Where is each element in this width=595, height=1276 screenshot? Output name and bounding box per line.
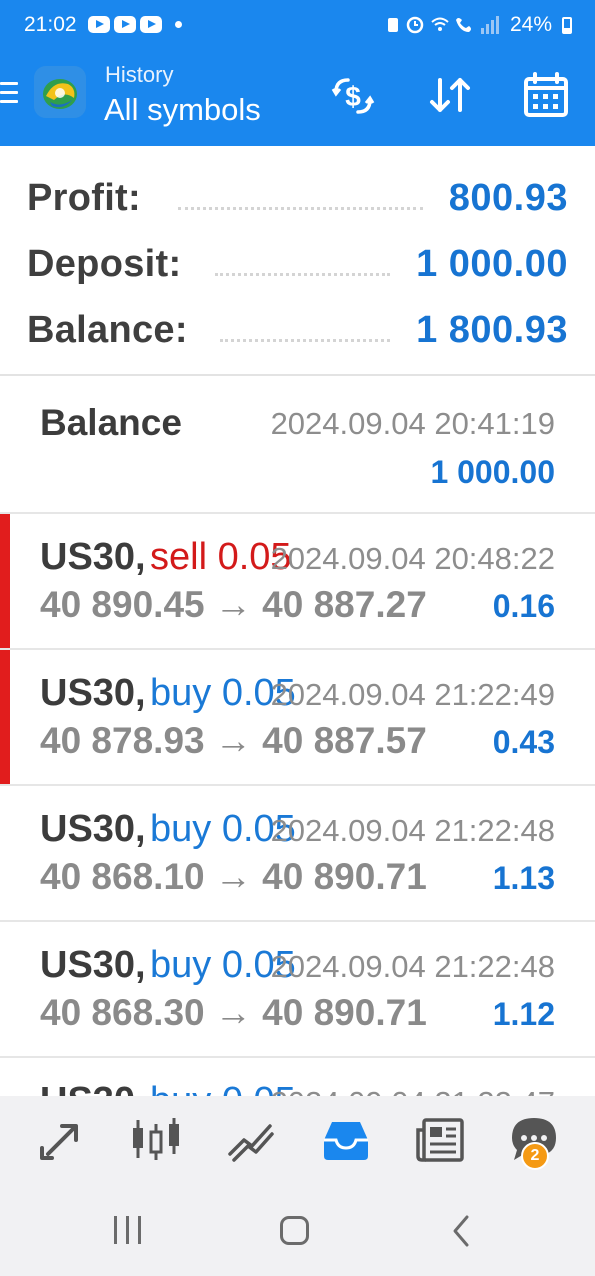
status-time: 21:02 xyxy=(24,13,77,36)
leader-dots xyxy=(220,339,390,342)
profit-value: 800.93 xyxy=(448,177,568,219)
deal-prices: 40 868.10 → 40 890.71 xyxy=(40,856,427,897)
deal-time: 2024.09.04 20:48:22 xyxy=(270,541,555,576)
history-summary: Profit: 800.93 Deposit: 1 000.00 Balance… xyxy=(0,146,595,376)
deposit-withdraw-icon[interactable]: $ xyxy=(328,70,378,120)
deal-symbol: US30, xyxy=(40,1080,146,1096)
deal-row[interactable]: US30, buy 0.05 2024.09.04 21:22:47 xyxy=(0,1058,595,1096)
history-icon[interactable] xyxy=(318,1114,374,1166)
battery-percent: 24% xyxy=(510,13,553,36)
deal-prices: 40 868.30 → 40 890.71 xyxy=(40,992,427,1033)
deal-prices: 40 878.93 → 40 887.57 xyxy=(40,720,427,761)
deals-list[interactable]: Balance 2024.09.04 20:41:19 1 000.00 US3… xyxy=(0,376,595,1096)
battery-icon xyxy=(562,17,572,34)
balance-entry-value: 1 000.00 xyxy=(430,454,555,490)
open-position-marker xyxy=(0,514,10,648)
quotes-icon[interactable] xyxy=(34,1114,90,1166)
deal-time: 2024.09.04 21:22:47 xyxy=(271,1085,555,1096)
deal-symbol: US30, xyxy=(40,672,146,714)
metatrader-logo xyxy=(34,66,86,118)
bottom-tab-bar xyxy=(0,1096,595,1186)
deal-symbol: US30, xyxy=(40,536,146,578)
status-indicators-icon xyxy=(388,16,499,34)
balance-entry-title: Balance xyxy=(40,402,182,443)
deal-prices: 40 890.45 → 40 887.27 xyxy=(40,584,427,625)
deal-symbol: US30, xyxy=(40,808,146,850)
youtube-icon xyxy=(88,16,110,33)
balance-row: Balance: 1 800.93 xyxy=(0,301,595,361)
deal-row[interactable]: US30, buy 0.05 2024.09.04 21:22:48 40 86… xyxy=(0,922,595,1058)
news-icon[interactable] xyxy=(412,1114,468,1166)
deal-profit: 0.16 xyxy=(492,588,555,624)
back-icon[interactable] xyxy=(450,1214,472,1248)
youtube-icon xyxy=(140,16,162,33)
profit-label: Profit: xyxy=(27,177,141,219)
deal-profit: 1.12 xyxy=(492,996,555,1032)
app-bar: History All symbols $ xyxy=(0,52,595,146)
deposit-value: 1 000.00 xyxy=(416,243,568,285)
deposit-label: Deposit: xyxy=(27,243,182,285)
sort-icon[interactable] xyxy=(425,70,475,120)
home-icon[interactable] xyxy=(280,1216,309,1245)
recents-icon[interactable] xyxy=(114,1216,144,1244)
chat-badge: 2 xyxy=(521,1142,549,1170)
system-navigation-bar xyxy=(0,1186,595,1276)
deal-time: 2024.09.04 21:22:48 xyxy=(270,813,555,848)
leader-dots xyxy=(178,207,423,210)
deal-time: 2024.09.04 21:22:49 xyxy=(270,677,555,712)
balance-entry[interactable]: Balance 2024.09.04 20:41:19 1 000.00 xyxy=(0,376,595,514)
appbar-subtitle: History xyxy=(105,62,174,87)
menu-icon[interactable] xyxy=(0,82,18,106)
status-icons xyxy=(386,12,502,43)
open-position-marker xyxy=(0,650,10,784)
status-bar: 21:02 24% xyxy=(0,0,595,52)
deal-profit: 1.13 xyxy=(492,860,555,896)
profit-row: Profit: 800.93 xyxy=(0,169,595,229)
trade-icon[interactable] xyxy=(224,1114,280,1166)
deal-row[interactable]: US30, sell 0.05 2024.09.04 20:48:22 40 8… xyxy=(0,514,595,650)
youtube-icon xyxy=(114,16,136,33)
deal-symbol: US30, xyxy=(40,944,146,986)
leader-dots xyxy=(215,273,390,276)
balance-entry-time: 2024.09.04 20:41:19 xyxy=(270,406,555,441)
deal-time: 2024.09.04 21:22:48 xyxy=(270,949,555,984)
calendar-icon[interactable] xyxy=(521,70,571,120)
notification-dot-icon xyxy=(175,21,182,28)
deposit-row: Deposit: 1 000.00 xyxy=(0,235,595,295)
deal-row[interactable]: US30, buy 0.05 2024.09.04 21:22:49 40 87… xyxy=(0,650,595,786)
balance-label: Balance: xyxy=(27,309,188,351)
deal-profit: 0.43 xyxy=(492,724,555,760)
appbar-title[interactable]: All symbols xyxy=(104,92,261,128)
deal-row[interactable]: US30, buy 0.05 2024.09.04 21:22:48 40 86… xyxy=(0,786,595,922)
balance-value: 1 800.93 xyxy=(416,309,568,351)
svg-text:$: $ xyxy=(345,81,361,112)
chart-icon[interactable] xyxy=(128,1114,184,1166)
